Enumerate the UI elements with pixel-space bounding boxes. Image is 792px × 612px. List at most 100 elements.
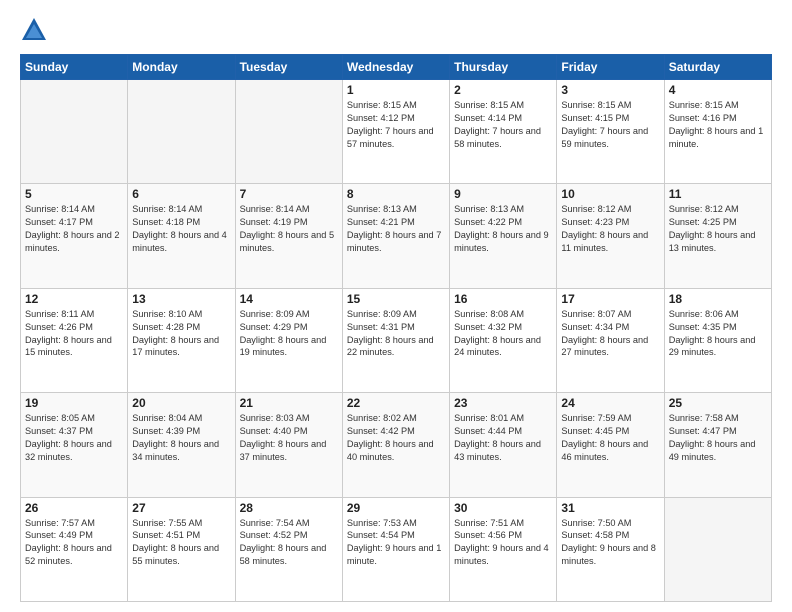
day-info: Sunrise: 7:51 AM Sunset: 4:56 PM Dayligh… <box>454 517 552 569</box>
day-number: 29 <box>347 501 445 515</box>
day-number: 16 <box>454 292 552 306</box>
calendar-cell: 26 Sunrise: 7:57 AM Sunset: 4:49 PM Dayli… <box>21 497 128 601</box>
calendar-cell: 2Sunrise: 8:15 AM Sunset: 4:14 PM Daylig… <box>450 80 557 184</box>
page: SundayMondayTuesdayWednesdayThursdayFrid… <box>0 0 792 612</box>
day-info: Sunrise: 8:02 AM Sunset: 4:42 PM Dayligh… <box>347 412 445 464</box>
day-number: 23 <box>454 396 552 410</box>
day-number: 15 <box>347 292 445 306</box>
calendar-cell: 29 Sunrise: 7:53 AM Sunset: 4:54 PM Dayli… <box>342 497 449 601</box>
day-number: 24 <box>561 396 659 410</box>
day-info: Sunrise: 8:01 AM Sunset: 4:44 PM Dayligh… <box>454 412 552 464</box>
day-number: 8 <box>347 187 445 201</box>
day-info: Sunrise: 7:59 AM Sunset: 4:45 PM Dayligh… <box>561 412 659 464</box>
logo-icon <box>20 16 48 44</box>
logo <box>20 16 52 44</box>
day-info: Sunrise: 8:05 AM Sunset: 4:37 PM Dayligh… <box>25 412 123 464</box>
calendar-cell: 12 Sunrise: 8:11 AM Sunset: 4:26 PM Dayli… <box>21 288 128 392</box>
week-row-1: 1Sunrise: 8:15 AM Sunset: 4:12 PM Daylig… <box>21 80 772 184</box>
day-number: 11 <box>669 187 767 201</box>
day-info: Sunrise: 8:11 AM Sunset: 4:26 PM Dayligh… <box>25 308 123 360</box>
calendar-table: SundayMondayTuesdayWednesdayThursdayFrid… <box>20 54 772 602</box>
day-number: 30 <box>454 501 552 515</box>
day-info: Sunrise: 8:07 AM Sunset: 4:34 PM Dayligh… <box>561 308 659 360</box>
calendar-cell <box>235 80 342 184</box>
day-info: Sunrise: 8:09 AM Sunset: 4:31 PM Dayligh… <box>347 308 445 360</box>
day-number: 13 <box>132 292 230 306</box>
calendar-cell: 22 Sunrise: 8:02 AM Sunset: 4:42 PM Dayli… <box>342 393 449 497</box>
day-number: 3 <box>561 83 659 97</box>
calendar-cell: 23 Sunrise: 8:01 AM Sunset: 4:44 PM Dayli… <box>450 393 557 497</box>
day-number: 18 <box>669 292 767 306</box>
day-info: Sunrise: 8:14 AM Sunset: 4:19 PM Dayligh… <box>240 203 338 255</box>
calendar-cell: 21 Sunrise: 8:03 AM Sunset: 4:40 PM Dayli… <box>235 393 342 497</box>
day-number: 12 <box>25 292 123 306</box>
calendar-cell <box>128 80 235 184</box>
calendar-cell: 28 Sunrise: 7:54 AM Sunset: 4:52 PM Dayli… <box>235 497 342 601</box>
day-number: 19 <box>25 396 123 410</box>
day-info: Sunrise: 8:12 AM Sunset: 4:23 PM Dayligh… <box>561 203 659 255</box>
weekday-header-sunday: Sunday <box>21 55 128 80</box>
day-number: 20 <box>132 396 230 410</box>
day-number: 1 <box>347 83 445 97</box>
day-number: 28 <box>240 501 338 515</box>
day-info: Sunrise: 7:54 AM Sunset: 4:52 PM Dayligh… <box>240 517 338 569</box>
calendar-cell: 20 Sunrise: 8:04 AM Sunset: 4:39 PM Dayli… <box>128 393 235 497</box>
day-info: Sunrise: 7:53 AM Sunset: 4:54 PM Dayligh… <box>347 517 445 569</box>
calendar-cell: 30 Sunrise: 7:51 AM Sunset: 4:56 PM Dayli… <box>450 497 557 601</box>
day-info: Sunrise: 8:10 AM Sunset: 4:28 PM Dayligh… <box>132 308 230 360</box>
day-info: Sunrise: 8:13 AM Sunset: 4:22 PM Dayligh… <box>454 203 552 255</box>
day-info: Sunrise: 8:15 AM Sunset: 4:14 PM Dayligh… <box>454 99 552 151</box>
day-number: 27 <box>132 501 230 515</box>
day-number: 4 <box>669 83 767 97</box>
week-row-5: 26 Sunrise: 7:57 AM Sunset: 4:49 PM Dayli… <box>21 497 772 601</box>
calendar-cell: 7 Sunrise: 8:14 AM Sunset: 4:19 PM Daylig… <box>235 184 342 288</box>
day-number: 31 <box>561 501 659 515</box>
day-info: Sunrise: 8:15 AM Sunset: 4:15 PM Dayligh… <box>561 99 659 151</box>
calendar-cell: 9 Sunrise: 8:13 AM Sunset: 4:22 PM Daylig… <box>450 184 557 288</box>
weekday-header-row: SundayMondayTuesdayWednesdayThursdayFrid… <box>21 55 772 80</box>
calendar-cell: 16 Sunrise: 8:08 AM Sunset: 4:32 PM Dayli… <box>450 288 557 392</box>
day-info: Sunrise: 8:14 AM Sunset: 4:18 PM Dayligh… <box>132 203 230 255</box>
day-number: 25 <box>669 396 767 410</box>
day-info: Sunrise: 7:57 AM Sunset: 4:49 PM Dayligh… <box>25 517 123 569</box>
weekday-header-thursday: Thursday <box>450 55 557 80</box>
day-number: 10 <box>561 187 659 201</box>
calendar-cell: 3 Sunrise: 8:15 AM Sunset: 4:15 PM Daylig… <box>557 80 664 184</box>
day-info: Sunrise: 8:15 AM Sunset: 4:16 PM Dayligh… <box>669 99 767 151</box>
day-number: 26 <box>25 501 123 515</box>
day-info: Sunrise: 8:13 AM Sunset: 4:21 PM Dayligh… <box>347 203 445 255</box>
calendar-cell <box>664 497 771 601</box>
day-number: 22 <box>347 396 445 410</box>
day-number: 7 <box>240 187 338 201</box>
calendar-cell: 14Sunrise: 8:09 AM Sunset: 4:29 PM Dayli… <box>235 288 342 392</box>
week-row-3: 12 Sunrise: 8:11 AM Sunset: 4:26 PM Dayli… <box>21 288 772 392</box>
day-info: Sunrise: 8:08 AM Sunset: 4:32 PM Dayligh… <box>454 308 552 360</box>
day-info: Sunrise: 8:14 AM Sunset: 4:17 PM Dayligh… <box>25 203 123 255</box>
calendar-cell: 8 Sunrise: 8:13 AM Sunset: 4:21 PM Daylig… <box>342 184 449 288</box>
day-number: 6 <box>132 187 230 201</box>
calendar-cell: 17Sunrise: 8:07 AM Sunset: 4:34 PM Dayli… <box>557 288 664 392</box>
calendar-cell: 19 Sunrise: 8:05 AM Sunset: 4:37 PM Dayli… <box>21 393 128 497</box>
calendar-cell: 31 Sunrise: 7:50 AM Sunset: 4:58 PM Dayli… <box>557 497 664 601</box>
day-info: Sunrise: 7:55 AM Sunset: 4:51 PM Dayligh… <box>132 517 230 569</box>
calendar-cell: 4 Sunrise: 8:15 AM Sunset: 4:16 PM Daylig… <box>664 80 771 184</box>
calendar-cell: 10 Sunrise: 8:12 AM Sunset: 4:23 PM Dayli… <box>557 184 664 288</box>
day-info: Sunrise: 8:04 AM Sunset: 4:39 PM Dayligh… <box>132 412 230 464</box>
day-info: Sunrise: 8:06 AM Sunset: 4:35 PM Dayligh… <box>669 308 767 360</box>
day-number: 5 <box>25 187 123 201</box>
day-info: Sunrise: 8:03 AM Sunset: 4:40 PM Dayligh… <box>240 412 338 464</box>
weekday-header-tuesday: Tuesday <box>235 55 342 80</box>
calendar-cell: 27 Sunrise: 7:55 AM Sunset: 4:51 PM Dayli… <box>128 497 235 601</box>
day-number: 9 <box>454 187 552 201</box>
calendar-cell: 5 Sunrise: 8:14 AM Sunset: 4:17 PM Daylig… <box>21 184 128 288</box>
day-number: 21 <box>240 396 338 410</box>
calendar-cell: 18 Sunrise: 8:06 AM Sunset: 4:35 PM Dayli… <box>664 288 771 392</box>
weekday-header-wednesday: Wednesday <box>342 55 449 80</box>
calendar-cell: 24 Sunrise: 7:59 AM Sunset: 4:45 PM Dayli… <box>557 393 664 497</box>
calendar-cell: 13 Sunrise: 8:10 AM Sunset: 4:28 PM Dayli… <box>128 288 235 392</box>
day-info: Sunrise: 7:50 AM Sunset: 4:58 PM Dayligh… <box>561 517 659 569</box>
calendar-cell: 11Sunrise: 8:12 AM Sunset: 4:25 PM Dayli… <box>664 184 771 288</box>
day-number: 14 <box>240 292 338 306</box>
header <box>20 16 772 44</box>
weekday-header-friday: Friday <box>557 55 664 80</box>
